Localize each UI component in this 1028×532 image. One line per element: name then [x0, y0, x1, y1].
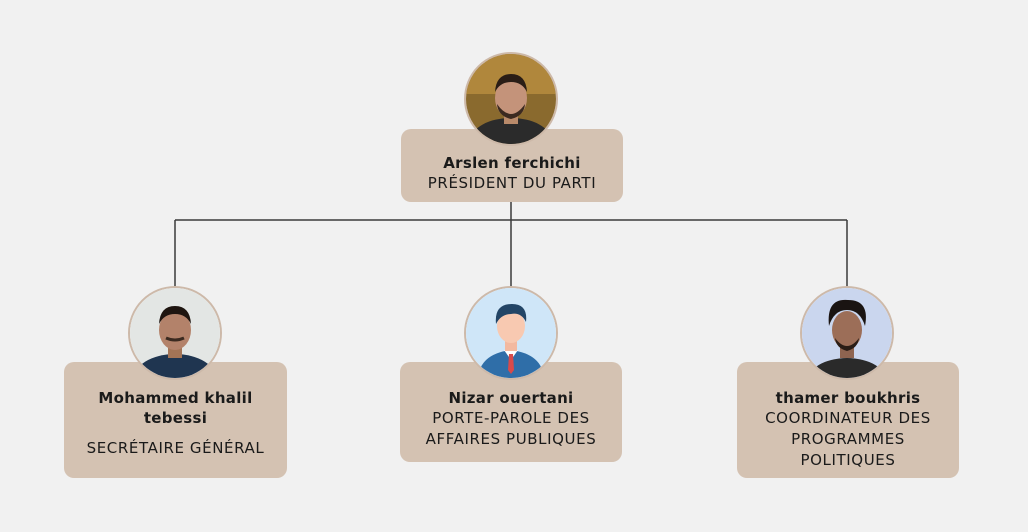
- spokesperson-role: PORTE-PAROLE DES AFFAIRES PUBLIQUES: [425, 409, 597, 448]
- president-role: PRÉSIDENT DU PARTI: [427, 174, 597, 192]
- coordinator-name: thamer boukhris: [775, 389, 921, 407]
- secretary-role: SECRÉTAIRE GÉNÉRAL: [86, 439, 265, 457]
- coordinator-avatar: [800, 286, 894, 380]
- spokesperson-avatar: [464, 286, 558, 380]
- coordinator-role: COORDINATEUR DES PROGRAMMES POLITIQUES: [765, 409, 931, 469]
- president-avatar: [464, 52, 558, 146]
- president-name: Arslen ferchichi: [443, 154, 581, 172]
- secretary-avatar: [128, 286, 222, 380]
- spokesperson-name: Nizar ouertani: [448, 389, 574, 407]
- secretary-name: Mohammed khalil tebessi: [98, 389, 253, 427]
